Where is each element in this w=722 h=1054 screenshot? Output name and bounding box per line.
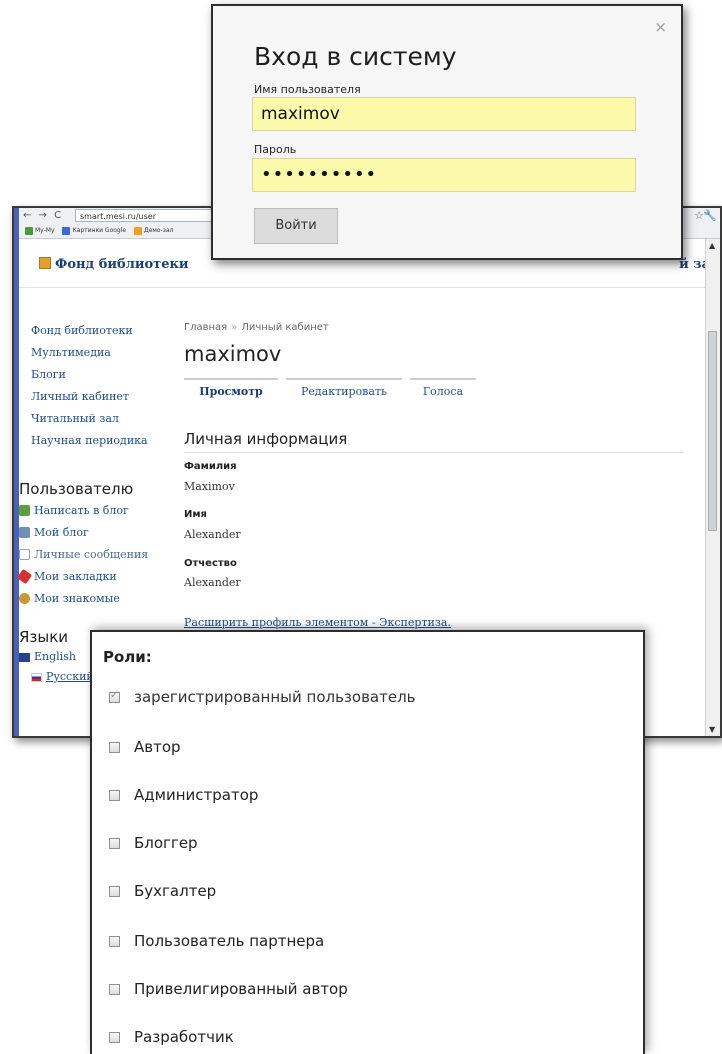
my-blog-link[interactable]: Мой блог [19,526,89,539]
languages-title: Языки [19,628,69,646]
write-blog-icon [19,505,30,516]
field-value-name: Alexander [184,528,241,541]
scroll-up-icon[interactable]: ▲ [709,241,715,250]
page-title: maximov [184,342,282,366]
checkbox[interactable] [109,838,120,849]
field-value-patronymic: Alexander [184,576,241,589]
role-label: Бухгалтер [134,882,217,900]
username-input[interactable]: maximov [252,97,636,131]
close-icon[interactable]: × [654,18,667,36]
russia-flag-icon [31,673,42,682]
library-icon [39,257,51,269]
field-label-name: Имя [184,509,207,520]
sidebar-item-multimedia[interactable]: Мультимедиа [31,346,111,359]
sidebar-item-library[interactable]: Фонд библиотеки [31,324,133,337]
roles-title: Роли: [103,648,152,666]
breadcrumb-separator: » [231,322,238,333]
role-blogger[interactable]: Блоггер [109,834,198,852]
checkbox[interactable] [109,1032,120,1043]
login-button[interactable]: Войти [254,208,338,244]
role-accountant[interactable]: Бухгалтер [109,882,216,900]
site-logo-text: Фонд библиотеки [55,257,189,272]
tab-view[interactable]: Просмотр [184,378,278,406]
password-label: Пароль [254,143,297,156]
role-registered-user[interactable]: зарегистрированный пользователь [109,688,416,706]
field-label-patronymic: Отчество [184,558,237,569]
language-russian[interactable]: Русский [31,670,94,683]
uk-flag-icon [19,653,30,662]
role-developer[interactable]: Разработчик [109,1028,234,1046]
checkbox[interactable] [109,742,120,753]
checkbox[interactable] [109,690,120,703]
bookmark-label: Демо-зал [144,227,174,234]
contacts-link[interactable]: Мои знакомые [19,592,120,605]
checkbox[interactable] [109,936,120,947]
breadcrumb: Главная » Личный кабинет [184,322,329,333]
breadcrumb-current: Личный кабинет [241,322,329,333]
divider [184,452,684,453]
language-english[interactable]: English [19,650,76,663]
messages-link[interactable]: Личные сообщения [19,548,148,561]
role-label: Блоггер [134,834,198,852]
tool-label: Мой блог [34,526,89,539]
role-label: Разработчик [134,1028,234,1046]
address-bar[interactable]: smart.mesi.ru/user [75,209,215,222]
role-partner-user[interactable]: Пользователь партнера [109,932,324,950]
sidebar-item-cabinet[interactable]: Личный кабинет [31,390,129,403]
bookmark-label: Картинки Google [72,227,127,234]
bookmark-item[interactable]: Демо-зал [134,226,174,235]
role-label: зарегистрированный пользователь [134,688,416,706]
password-input[interactable]: •••••••••• [252,158,636,192]
sidebar-item-reading-room[interactable]: Читальный зал [31,412,119,425]
checkbox[interactable] [109,790,120,801]
checkbox[interactable] [109,984,120,995]
role-privileged-author[interactable]: Привелигированный автор [109,980,348,998]
role-label: Автор [134,738,181,756]
role-label: Пользователь партнера [134,932,325,950]
wrench-icon[interactable]: 🔧 [703,209,717,222]
role-label: Привелигированный автор [134,980,348,998]
bookmark-icon [16,568,33,585]
checkbox[interactable] [109,886,120,897]
role-administrator[interactable]: Администратор [109,786,258,804]
write-blog-link[interactable]: Написать в блог [19,504,129,517]
envelope-icon [19,549,30,560]
role-author[interactable]: Автор [109,738,181,756]
roles-panel: Роли: зарегистрированный пользователь Ав… [90,630,645,1054]
language-label: Русский [46,670,94,683]
bookmark-item[interactable]: My-My [25,226,55,235]
field-value-surname: Maximov [184,480,235,493]
folder-icon [134,226,143,235]
site-logo[interactable]: Фонд библиотеки [39,257,189,272]
contacts-icon [19,593,30,604]
tab-votes[interactable]: Голоса [410,378,476,406]
role-label: Администратор [134,786,259,804]
scroll-down-icon[interactable]: ▼ [709,725,715,734]
login-title: Вход в систему [254,42,457,71]
sidebar-item-periodicals[interactable]: Научная периодика [31,434,148,447]
tool-label: Мои закладки [34,570,117,583]
expand-profile-link[interactable]: Расширить профиль элементом - Экспертиза… [184,616,451,629]
info-section-title: Личная информация [184,430,348,448]
tool-label: Личные сообщения [34,548,149,561]
sidebar-item-blogs[interactable]: Блоги [31,368,66,381]
breadcrumb-home[interactable]: Главная [184,322,227,333]
tool-label: Написать в блог [34,504,129,517]
login-modal: × Вход в систему Имя пользователя maximo… [211,4,683,260]
field-label-surname: Фамилия [184,461,237,472]
scroll-thumb[interactable] [708,331,717,531]
bookmark-label: My-My [35,227,55,234]
bookmarks-link[interactable]: Мои закладки [16,568,117,585]
bookmark-item[interactable]: Картинки Google [62,226,127,235]
user-section-title: Пользователю [19,480,134,498]
bookmark-icon [25,226,33,235]
username-label: Имя пользователя [254,83,361,96]
blog-icon [19,527,30,538]
nav-buttons[interactable]: ← → C [23,210,63,221]
tool-label: Мои знакомые [34,592,120,605]
page-scrollbar[interactable]: ▲ ▼ [705,239,720,736]
tab-edit[interactable]: Редактировать [286,378,402,406]
google-icon [62,226,71,235]
language-label: English [34,650,76,663]
